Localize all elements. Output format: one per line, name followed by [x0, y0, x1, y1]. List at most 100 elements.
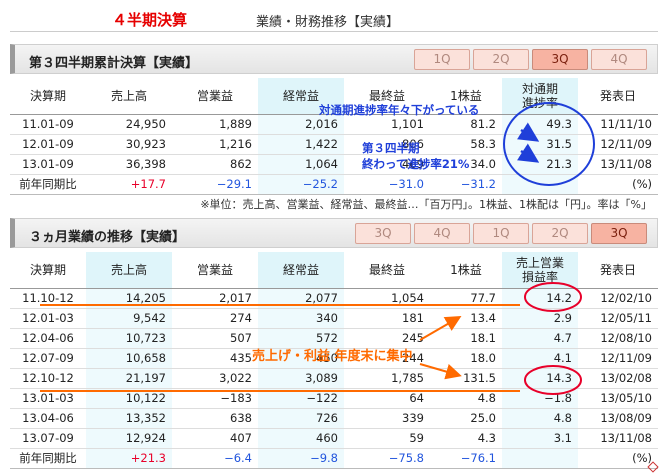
- column-header: 売上営業 損益率: [502, 252, 578, 289]
- period-cell: 13.04-06: [10, 408, 86, 429]
- value-cell: 339: [344, 408, 430, 429]
- value-cell: 1,785: [344, 368, 430, 389]
- value-cell: 726: [258, 408, 344, 429]
- column-header: 1株益: [430, 252, 502, 289]
- cumulative-results-table: 決算期 売上高 営業益 経常益 最終益 1株益 対通期 進捗率 発表日 11.01-09 24,9…: [10, 78, 658, 195]
- value-cell: 3,022: [172, 368, 258, 389]
- column-header: 経常益: [258, 252, 344, 289]
- value-cell: 131.5: [430, 368, 502, 389]
- value-cell: 10,658: [86, 348, 172, 369]
- column-header: 売上高: [86, 78, 172, 115]
- value-cell: 49.3: [502, 114, 578, 135]
- value-cell: 14,205: [86, 288, 172, 309]
- value-cell: 11/11/10: [578, 114, 658, 135]
- section-quarterly-header: ３ヵ月業績の推移【実績】 3Q 4Q 1Q 2Q 3Q: [10, 218, 658, 248]
- section-cumulative-header: 第３四半期累計決算【実績】 1Q 2Q 3Q 4Q: [10, 44, 658, 74]
- value-cell: 30,923: [86, 134, 172, 155]
- page-subtitle: 業績・財務推移【実績】: [256, 15, 400, 30]
- period-cell: 11.01-09: [10, 114, 86, 135]
- annotation-q3-line1: 第３四半期: [362, 141, 420, 155]
- yoy-value: −29.1: [172, 174, 258, 195]
- period-cell: 13.01-03: [10, 388, 86, 409]
- quarter-tabs-quarterly: 3Q 4Q 1Q 2Q 3Q: [352, 223, 647, 244]
- yoy-label: 前年同期比: [10, 448, 86, 469]
- quarterly-tab-2q-3[interactable]: 2Q: [532, 223, 588, 244]
- period-cell: 13.07-09: [10, 428, 86, 449]
- period-cell: 12.04-06: [10, 328, 86, 349]
- column-header: 発表日: [578, 78, 658, 115]
- period-cell: 12.07-09: [10, 348, 86, 369]
- value-cell: 1,216: [172, 134, 258, 155]
- quarterly-tab-3q-0[interactable]: 3Q: [355, 223, 411, 244]
- table-row: 12.01-03 9,542 274 340 181 13.4 2.9 12/05/11: [10, 308, 658, 329]
- value-cell: 4.7: [502, 328, 578, 349]
- value-cell: 9,542: [86, 308, 172, 329]
- value-cell: 4.1: [502, 348, 578, 369]
- value-cell: 13/08/09: [578, 408, 658, 429]
- value-cell: 4.3: [430, 428, 502, 449]
- value-cell: 13/11/08: [578, 428, 658, 449]
- table-row: 12.01-09 30,923 1,216 1,422 806 58.3 31.5 12/11…: [10, 134, 658, 155]
- period-cell: 12.10-12: [10, 368, 86, 389]
- value-cell: 407: [172, 428, 258, 449]
- period-cell: 11.10-12: [10, 288, 86, 309]
- value-cell: 13/11/08: [578, 154, 658, 175]
- cumulative-tab-4q-3[interactable]: 4Q: [591, 49, 647, 70]
- value-cell: 13/02/08: [578, 368, 658, 389]
- value-cell: 638: [172, 408, 258, 429]
- value-cell: 12,924: [86, 428, 172, 449]
- value-cell: 1,064: [258, 154, 344, 175]
- value-cell: 2,077: [258, 288, 344, 309]
- quarterly-tab-1q-2[interactable]: 1Q: [473, 223, 529, 244]
- page-title: ４半期決算: [112, 11, 188, 29]
- value-cell: 12/05/11: [578, 308, 658, 329]
- value-cell: 460: [258, 428, 344, 449]
- period-cell: 12.01-03: [10, 308, 86, 329]
- yoy-value: [502, 448, 578, 469]
- quarterly-tab-3q-4[interactable]: 3Q: [591, 223, 647, 244]
- header-row: 決算期 売上高 営業益 経常益 最終益 1株益 売上営業 損益率 発表日: [10, 252, 658, 289]
- period-cell: 12.01-09: [10, 134, 86, 155]
- yoy-value: +17.7: [86, 174, 172, 195]
- yoy-value: −31.0: [344, 174, 430, 195]
- quarter-tabs-cumulative: 1Q 2Q 3Q 4Q: [411, 49, 647, 70]
- cumulative-tab-2q-1[interactable]: 2Q: [473, 49, 529, 70]
- yoy-value: (%): [578, 174, 658, 195]
- page-header: ４半期決算 業績・財務推移【実績】: [10, 4, 658, 32]
- yoy-value: −31.2: [430, 174, 502, 195]
- value-cell: −1.8: [502, 388, 578, 409]
- value-cell: 13.4: [430, 308, 502, 329]
- value-cell: 21,197: [86, 368, 172, 389]
- section-quarterly-title: ３ヵ月業績の推移【実績】: [29, 230, 186, 245]
- cumulative-tab-3q-2[interactable]: 3Q: [532, 49, 588, 70]
- value-cell: 1,054: [344, 288, 430, 309]
- yoy-comparison-row: 前年同期比 +21.3 −6.4 −9.8 −75.8 −76.1 (%): [10, 448, 658, 469]
- value-cell: 274: [172, 308, 258, 329]
- value-cell: 13,352: [86, 408, 172, 429]
- quarterly-tab-4q-1[interactable]: 4Q: [414, 223, 470, 244]
- value-cell: 435: [172, 348, 258, 369]
- value-cell: 59: [344, 428, 430, 449]
- table-row: 12.10-12 21,197 3,022 3,089 1,785 131.5 14.3 13…: [10, 368, 658, 389]
- yoy-value: −76.1: [430, 448, 502, 469]
- yoy-value: −75.8: [344, 448, 430, 469]
- value-cell: 2.9: [502, 308, 578, 329]
- value-cell: 507: [172, 328, 258, 349]
- value-cell: 64: [344, 388, 430, 409]
- value-cell: 12/08/10: [578, 328, 658, 349]
- table-row: 13.07-09 12,924 407 460 59 4.3 3.1 13/11/08: [10, 428, 658, 449]
- value-cell: 21.3: [502, 154, 578, 175]
- value-cell: 12/11/09: [578, 134, 658, 155]
- value-cell: 18.0: [430, 348, 502, 369]
- value-cell: −183: [172, 388, 258, 409]
- units-note: ※単位：売上高、営業益、経常益、最終益…「百万円」。1株益、1株配は「円」。率は…: [200, 198, 652, 211]
- column-header: 対通期 進捗率: [502, 78, 578, 115]
- column-header: 営業益: [172, 78, 258, 115]
- yoy-value: +21.3: [86, 448, 172, 469]
- cumulative-tab-1q-0[interactable]: 1Q: [414, 49, 470, 70]
- column-header: 決算期: [10, 78, 86, 115]
- table-row: 13.01-03 10,122 −183 −122 64 4.8 −1.8 13/05/10: [10, 388, 658, 409]
- value-cell: 12/11/09: [578, 348, 658, 369]
- value-cell: 4.8: [430, 388, 502, 409]
- column-header: 最終益: [344, 252, 430, 289]
